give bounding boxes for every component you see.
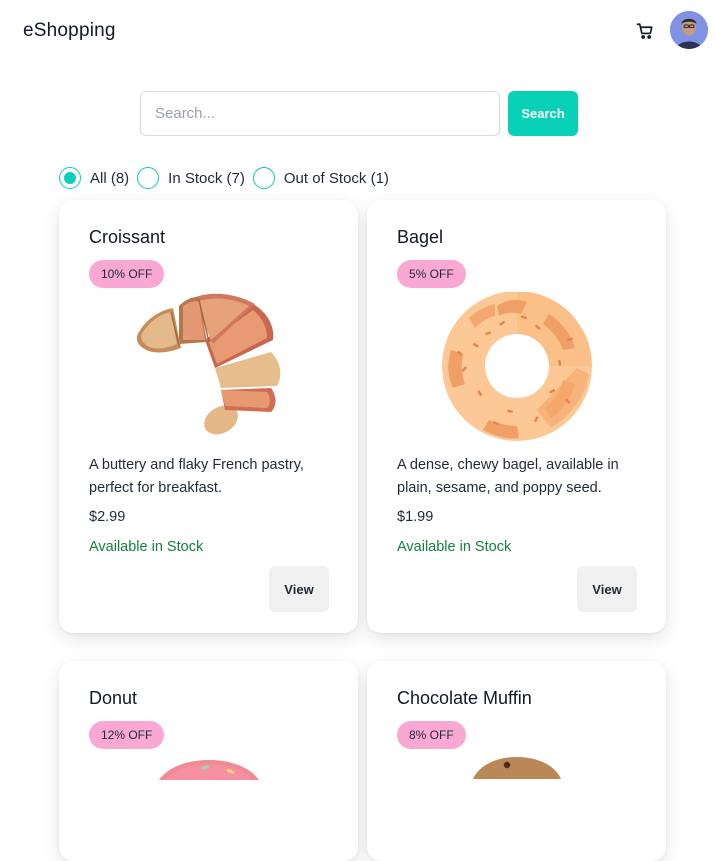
brand-logo[interactable]: eShopping (23, 20, 116, 42)
filter-out-of-stock[interactable]: Out of Stock (1) (252, 167, 389, 189)
filter-in-stock-label: In Stock (7) (168, 169, 245, 187)
discount-badge: 10% OFF (89, 260, 165, 288)
product-description: A dense, chewy bagel, available in plain… (397, 457, 619, 496)
muffin-icon (473, 757, 561, 779)
product-card-donut: Donut 12% OFF (59, 661, 358, 861)
discount-badge: 12% OFF (89, 721, 165, 749)
filter-all-label: All (8) (90, 169, 130, 187)
user-avatar[interactable] (670, 11, 708, 49)
stock-filter-group: All (8) In Stock (7) Out of Stock (1) (59, 166, 397, 190)
croissant-icon (136, 293, 281, 435)
stock-status: Available in Stock (397, 539, 512, 555)
filter-all[interactable]: All (8) (59, 167, 129, 189)
product-price: $2.99 (89, 509, 126, 525)
product-title: Donut (89, 688, 138, 708)
discount-badge: 5% OFF (397, 260, 466, 288)
product-card-croissant: Croissant 10% OFF A buttery and flaky Fr… (59, 200, 358, 633)
product-title: Croissant (89, 227, 166, 247)
bagel-icon (442, 292, 592, 441)
search-button[interactable]: Search (508, 91, 578, 136)
product-price: $1.99 (397, 509, 434, 525)
filter-in-stock[interactable]: In Stock (7) (137, 167, 245, 189)
view-button[interactable]: View (577, 566, 637, 612)
donut-icon (159, 760, 259, 780)
product-card-chocolate-muffin: Chocolate Muffin 8% OFF (367, 661, 666, 861)
product-description: A buttery and flaky French pastry, perfe… (89, 457, 304, 496)
stock-status: Available in Stock (89, 539, 204, 555)
search-input[interactable] (140, 91, 500, 136)
filter-out-of-stock-label: Out of Stock (1) (283, 169, 389, 187)
view-button[interactable]: View (269, 566, 329, 612)
product-card-bagel: Bagel 5% OFF A dense, chewy bagel, avail… (367, 200, 666, 633)
radio-unchecked-icon[interactable] (252, 167, 275, 189)
radio-checked-icon[interactable] (59, 167, 81, 189)
radio-unchecked-icon[interactable] (137, 167, 160, 189)
product-title: Chocolate Muffin (397, 688, 532, 708)
discount-badge: 8% OFF (397, 721, 466, 749)
shopping-cart-icon[interactable] (634, 20, 656, 42)
top-header: eShopping (0, 0, 716, 64)
product-title: Bagel (397, 227, 444, 247)
